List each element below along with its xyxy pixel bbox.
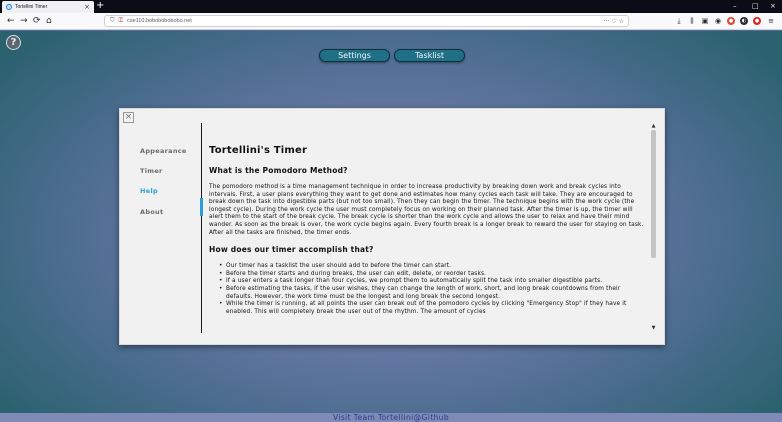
modal-sidebar: Appearance Timer Help About: [120, 123, 203, 333]
url-text[interactable]: cse110.bobobobobobo.net: [127, 18, 600, 24]
scrollbar[interactable]: ▲ ▼: [650, 123, 657, 331]
tab-close-icon[interactable]: ×: [84, 3, 90, 11]
back-icon[interactable]: ←: [7, 16, 15, 26]
close-icon[interactable]: ×: [123, 112, 134, 123]
shield-icon[interactable]: ⛉: [110, 17, 115, 25]
extension-icon[interactable]: ◐: [740, 17, 748, 25]
reload-icon[interactable]: ⟳: [33, 16, 41, 26]
new-tab-button[interactable]: +: [96, 1, 104, 11]
feature-list: Our timer has a tasklist the user should…: [219, 263, 647, 316]
settings-modal: × Appearance Timer Help About Tortellini…: [119, 108, 665, 345]
download-icon[interactable]: ⤓: [675, 17, 683, 25]
library-icon[interactable]: ⫼: [688, 17, 696, 25]
extension-icon[interactable]: ●: [753, 17, 761, 25]
page-actions-icon[interactable]: ··· ♡ ☆: [604, 18, 624, 25]
section-heading: What is the Pomodoro Method?: [209, 166, 348, 175]
tasklist-button[interactable]: Tasklist: [394, 49, 465, 62]
nav-active-indicator: [200, 198, 203, 216]
nav-item-timer[interactable]: Timer: [140, 167, 163, 175]
list-item: Our timer has a tasklist the user should…: [219, 263, 647, 271]
insecure-lock-icon[interactable]: ⚿: [119, 17, 124, 25]
scrollbar-thumb[interactable]: [651, 130, 656, 258]
list-item: Before the timer starts and during break…: [219, 271, 647, 279]
forward-icon[interactable]: →: [20, 16, 28, 26]
browser-tab-bar: Tortellini Timer × + – □ ×: [0, 0, 782, 13]
list-item: Before estimating the tasks, if the user…: [219, 286, 647, 301]
help-icon[interactable]: ?: [6, 35, 21, 50]
maximize-button[interactable]: □: [752, 2, 759, 10]
home-icon[interactable]: ⌂: [46, 16, 52, 26]
browser-tab[interactable]: Tortellini Timer ×: [2, 1, 94, 13]
window-close-button[interactable]: ×: [770, 2, 776, 10]
help-content: Tortellini's Timer What is the Pomodoro …: [209, 145, 647, 328]
list-item: While the timer is running, at all point…: [219, 301, 647, 316]
sidebar-icon[interactable]: ▣: [701, 17, 709, 25]
footer: Visit Team Tortellini@Github: [0, 413, 782, 422]
nav-item-appearance[interactable]: Appearance: [140, 147, 187, 155]
url-bar[interactable]: ⛉ ⚿ cse110.bobobobobobo.net ··· ♡ ☆: [104, 15, 629, 27]
section-paragraph: The pomodoro method is a time management…: [209, 184, 644, 236]
tab-title: Tortellini Timer: [15, 4, 48, 10]
page-background: ? Settings Tasklist × Appearance Timer H…: [0, 31, 782, 422]
scroll-down-icon[interactable]: ▼: [650, 325, 657, 331]
settings-button[interactable]: Settings: [319, 49, 390, 62]
nav-item-help[interactable]: Help: [140, 187, 158, 195]
list-item: If a user enters a task longer than four…: [219, 278, 647, 286]
nav-item-about[interactable]: About: [140, 208, 163, 216]
extension-icon[interactable]: ●: [727, 17, 735, 25]
minimize-button[interactable]: –: [733, 2, 737, 10]
help-title: Tortellini's Timer: [209, 145, 308, 156]
browser-nav-bar: ← → ⟳ ⌂ ⛉ ⚿ cse110.bobobobobobo.net ··· …: [0, 13, 782, 30]
menu-icon[interactable]: ≡: [767, 17, 775, 25]
tab-favicon-icon: [6, 4, 12, 10]
github-link[interactable]: Visit Team Tortellini@Github: [333, 413, 449, 422]
scroll-up-icon[interactable]: ▲: [650, 123, 657, 129]
section-heading: How does our timer accomplish that?: [209, 245, 374, 255]
account-icon[interactable]: ◉: [714, 17, 722, 25]
